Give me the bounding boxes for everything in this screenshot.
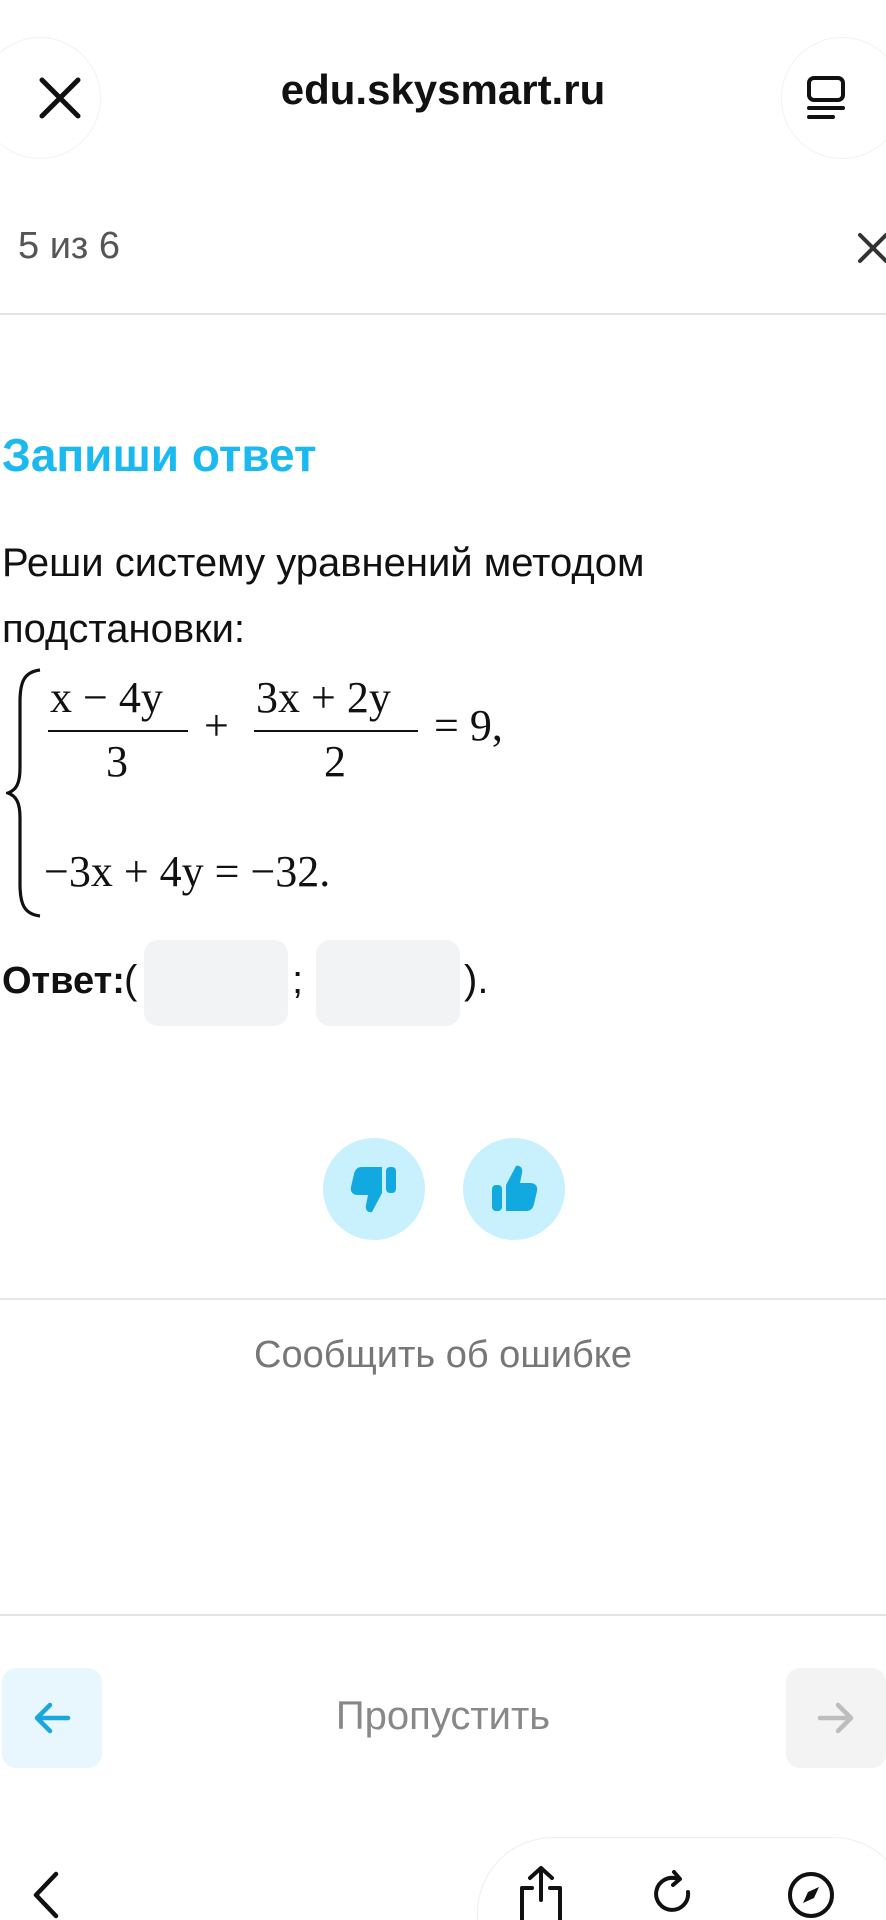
answer-x-input[interactable]: [144, 940, 288, 1026]
equation-system: x − 4y 3 + 3x + 2y 2 = 9, −3x + 4y = −32…: [0, 660, 600, 920]
open-paren: (: [124, 958, 138, 1002]
next-task-button[interactable]: [786, 1668, 886, 1768]
fraction1-denominator: 3: [106, 737, 128, 786]
close-paren: ).: [464, 958, 489, 1002]
thumbs-up-icon: [492, 1165, 538, 1211]
close-task-button[interactable]: [856, 231, 886, 270]
browser-back-button[interactable]: [30, 1870, 62, 1920]
task-text: Реши систему уравнений методом подстанов…: [2, 541, 645, 651]
fraction1-numerator: x − 4y: [50, 673, 163, 722]
reader-menu-icon: [807, 76, 845, 119]
equation2: −3x + 4y = −32.: [44, 847, 331, 896]
fraction2-denominator: 2: [324, 737, 346, 786]
skip-button[interactable]: Пропустить: [0, 1694, 886, 1739]
share-button[interactable]: [514, 1864, 568, 1920]
url-text[interactable]: edu.skysmart.ru: [0, 66, 886, 114]
fraction2-numerator: 3x + 2y: [256, 673, 391, 722]
fraction2-line: [254, 730, 418, 732]
arrow-right-icon: [817, 1702, 854, 1734]
like-button[interactable]: [463, 1138, 565, 1240]
curly-brace-icon: [6, 668, 41, 918]
reload-icon: [654, 1870, 691, 1912]
reload-button[interactable]: [648, 1870, 698, 1920]
task-title: Запиши ответ: [2, 429, 317, 481]
chevron-left-icon: [33, 1871, 59, 1919]
compass-button[interactable]: [786, 1870, 836, 1920]
divider: [0, 1298, 886, 1300]
answer-row: Ответ: ( ; ).: [2, 940, 702, 1028]
divider: [0, 1614, 886, 1616]
answer-separator: ;: [292, 958, 304, 1002]
compass-icon: [788, 1872, 834, 1918]
report-error-link[interactable]: Сообщить об ошибке: [0, 1334, 886, 1377]
answer-y-input[interactable]: [316, 940, 460, 1026]
fraction1-line: [48, 730, 188, 732]
browser-top-bar: edu.skysmart.ru: [0, 0, 886, 190]
close-icon: [858, 233, 886, 263]
progress-counter: 5 из 6: [18, 225, 121, 267]
plus-sign: +: [204, 701, 229, 750]
share-icon: [520, 1866, 562, 1920]
equation1-rhs: = 9,: [434, 701, 503, 750]
browser-bottom-toolbar: [0, 1820, 886, 1920]
reader-menu-button[interactable]: [782, 38, 886, 158]
task-progress-row: 5 из 6: [0, 215, 886, 315]
thumbs-down-icon: [350, 1167, 396, 1213]
dislike-button[interactable]: [323, 1138, 425, 1240]
answer-label: Ответ:: [2, 960, 125, 1002]
